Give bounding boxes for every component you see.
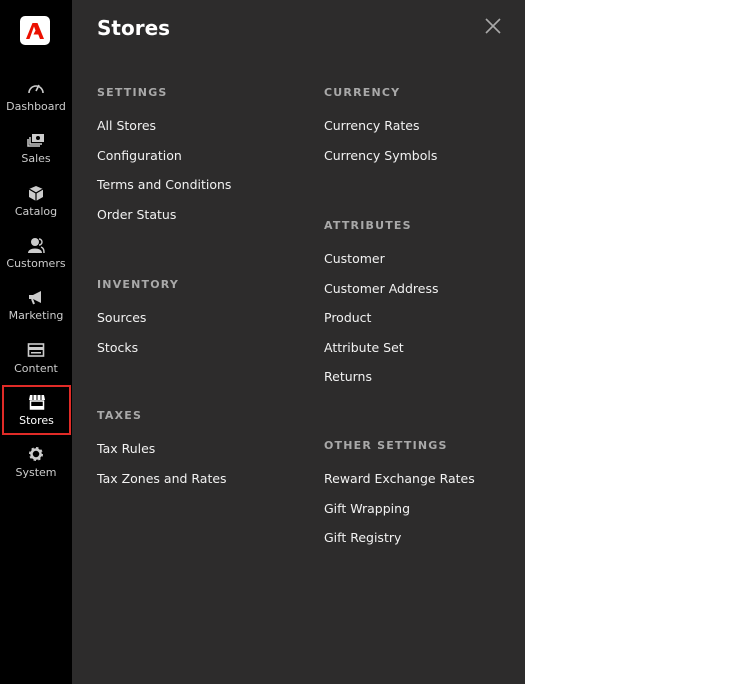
menu-item-configuration[interactable]: Configuration [97,141,231,171]
section-settings: SETTINGS All Stores Configuration Terms … [97,85,231,229]
nav-label: Dashboard [6,100,66,114]
customers-icon [28,238,45,254]
admin-sidebar: Dashboard Sales Catalog Customers Market… [0,0,72,684]
menu-item-tax-rules[interactable]: Tax Rules [97,434,227,464]
adobe-logo[interactable] [20,16,50,45]
section-heading: CURRENCY [324,86,401,99]
section-attributes: ATTRIBUTES Customer Customer Address Pro… [324,218,438,392]
content-icon [27,342,45,357]
stores-icon [28,394,45,410]
section-currency: CURRENCY Currency Rates Currency Symbols [324,85,437,170]
nav-label: Customers [6,257,66,271]
menu-item-all-stores[interactable]: All Stores [97,111,231,141]
menu-item-attribute-set[interactable]: Attribute Set [324,333,438,363]
nav-dashboard[interactable]: Dashboard [0,70,72,122]
section-heading: ATTRIBUTES [324,219,412,232]
menu-item-terms-and-conditions[interactable]: Terms and Conditions [97,170,231,200]
menu-item-gift-registry[interactable]: Gift Registry [324,523,475,553]
nav-label: Catalog [14,204,58,218]
stores-menu-panel: Stores SETTINGS All Stores Configuration… [72,0,525,684]
sales-icon [27,134,44,148]
nav-content[interactable]: Content [0,331,72,383]
section-heading: TAXES [97,409,143,422]
section-heading: OTHER SETTINGS [324,439,448,452]
menu-item-reward-exchange-rates[interactable]: Reward Exchange Rates [324,464,475,494]
nav-label: System [15,465,57,479]
section-heading: SETTINGS [97,86,168,99]
menu-item-tax-zones-and-rates[interactable]: Tax Zones and Rates [97,464,227,494]
nav-sales[interactable]: Sales [0,122,72,174]
section-taxes: TAXES Tax Rules Tax Zones and Rates [97,408,227,493]
menu-item-customer[interactable]: Customer [324,244,438,274]
system-icon [29,446,43,461]
nav-stores[interactable]: Stores [2,384,71,435]
nav-label: Stores [19,413,54,427]
section-other-settings: OTHER SETTINGS Reward Exchange Rates Gif… [324,438,475,553]
nav-customers[interactable]: Customers [0,227,72,279]
close-icon[interactable] [484,17,502,35]
menu-item-gift-wrapping[interactable]: Gift Wrapping [324,494,475,524]
marketing-icon [29,291,41,305]
menu-item-currency-rates[interactable]: Currency Rates [324,111,437,141]
nav-label: Sales [21,152,51,166]
dashboard-icon [28,84,44,94]
section-inventory: INVENTORY Sources Stocks [97,277,179,362]
nav-system[interactable]: System [0,436,72,488]
menu-item-product[interactable]: Product [324,303,438,333]
menu-item-sources[interactable]: Sources [97,303,179,333]
catalog-icon [28,185,44,201]
nav-catalog[interactable]: Catalog [0,175,72,227]
menu-item-stocks[interactable]: Stocks [97,333,179,363]
section-heading: INVENTORY [97,278,180,291]
nav-label: Marketing [8,309,64,323]
menu-item-currency-symbols[interactable]: Currency Symbols [324,141,437,171]
menu-item-customer-address[interactable]: Customer Address [324,274,438,304]
menu-item-order-status[interactable]: Order Status [97,200,231,230]
menu-item-returns[interactable]: Returns [324,362,438,392]
nav-marketing[interactable]: Marketing [0,279,72,331]
nav-label: Content [14,361,58,375]
panel-title: Stores [97,16,171,40]
adobe-logo-icon [26,22,44,39]
